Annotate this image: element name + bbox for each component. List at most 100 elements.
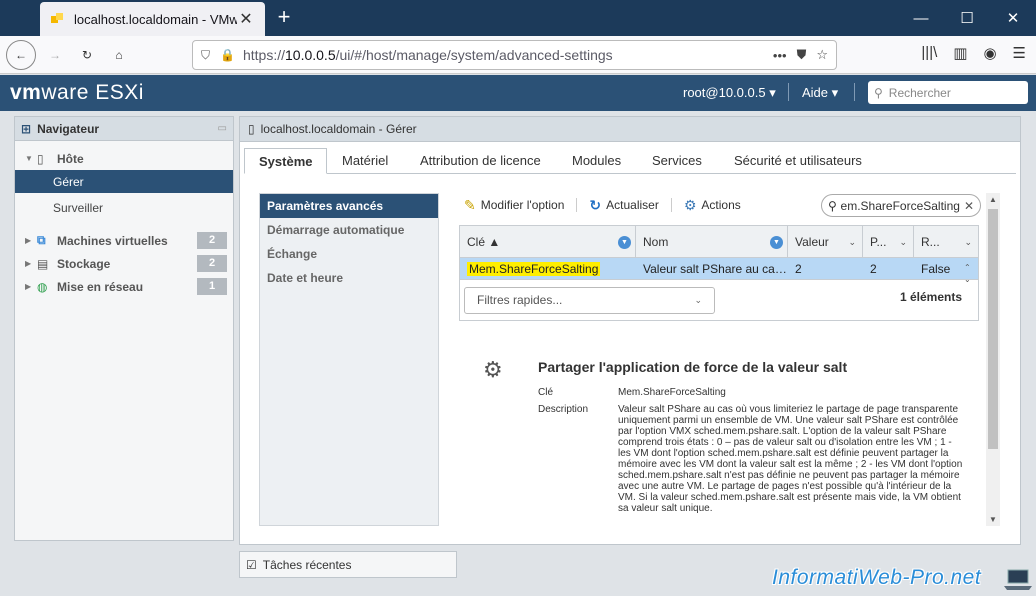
storage-icon: ▤ bbox=[37, 256, 49, 271]
row-overridden-cell: False bbox=[921, 262, 951, 276]
bookmark-star-icon[interactable]: ☆ bbox=[816, 47, 828, 63]
new-tab-button[interactable]: + bbox=[272, 4, 296, 30]
quick-filters-select[interactable]: Filtres rapides... ⌄ bbox=[464, 286, 715, 314]
detail-description-row: Description Valeur salt PShare au cas où … bbox=[538, 404, 963, 514]
chevron-down-icon[interactable]: ⌄ bbox=[899, 226, 907, 258]
settings-grid: Clé ▲ ▼ Nom ▼ Valeur ⌄ P... ⌄ R... ⌄ Mem.Shar… bbox=[459, 225, 979, 321]
menu-swap[interactable]: Échange bbox=[260, 242, 438, 266]
column-name[interactable]: Nom ▼ bbox=[636, 226, 788, 257]
edit-option-button[interactable]: ✎ Modifier l'option bbox=[464, 197, 564, 214]
url-bar[interactable]: ⛉ 🔒 https://10.0.0.5/ui/#/host/manage/sy… bbox=[192, 40, 837, 70]
chevron-down-icon: ⌄ bbox=[694, 294, 702, 305]
url-text[interactable]: https://10.0.0.5/ui/#/host/manage/system… bbox=[243, 47, 773, 63]
toolbar-divider bbox=[576, 198, 578, 212]
count-badge: 2 bbox=[197, 255, 227, 272]
content-scrollbar[interactable]: ▲ ▼ bbox=[986, 193, 1000, 526]
pocket-icon[interactable]: ⛊ bbox=[797, 47, 807, 63]
tab-licensing[interactable]: Attribution de licence bbox=[406, 148, 555, 174]
table-row[interactable]: Mem.ShareForceSalting Valeur salt PShare… bbox=[460, 258, 978, 280]
maximize-icon[interactable]: ☐ bbox=[944, 0, 990, 36]
help-menu[interactable]: Aide ▾ bbox=[802, 85, 838, 101]
scroll-down-icon[interactable]: ▼ bbox=[986, 515, 1000, 524]
clear-search-icon[interactable]: ✕ bbox=[964, 199, 974, 213]
browser-tab[interactable]: localhost.localdomain - VMware ESXi ✕ bbox=[40, 2, 265, 36]
menu-autostart[interactable]: Démarrage automatique bbox=[260, 218, 438, 242]
refresh-icon: ↻ bbox=[589, 196, 602, 213]
tab-services[interactable]: Services bbox=[638, 148, 716, 174]
pencil-icon: ✎ bbox=[464, 196, 476, 213]
scroll-up-icon[interactable]: ▲ bbox=[986, 195, 1000, 204]
page-actions-icon[interactable]: ••• bbox=[773, 48, 787, 63]
back-arrow-icon[interactable]: ← bbox=[6, 40, 36, 70]
nav-monitor[interactable]: Surveiller bbox=[15, 196, 233, 219]
column-key[interactable]: Clé ▲ ▼ bbox=[460, 226, 636, 257]
close-window-icon[interactable]: ✕ bbox=[990, 0, 1036, 36]
count-badge: 2 bbox=[197, 232, 227, 249]
sidebar-icon[interactable]: ▥ bbox=[953, 44, 967, 62]
tab-security-users[interactable]: Sécurité et utilisateurs bbox=[720, 148, 876, 174]
settings-search-input[interactable]: ⚲ Mem.ShareForceSalting ✕ bbox=[821, 194, 981, 217]
grid-header: Clé ▲ ▼ Nom ▼ Valeur ⌄ P... ⌄ R... ⌄ bbox=[460, 226, 978, 258]
vm-icon: ⧉ bbox=[37, 233, 46, 247]
expand-arrow-icon[interactable]: ▶ bbox=[25, 236, 37, 245]
header-divider bbox=[854, 83, 855, 101]
detail-panel: ⚙ Partager l'application de force de la … bbox=[459, 337, 979, 527]
user-menu[interactable]: root@10.0.0.5 ▾ bbox=[683, 85, 776, 101]
nav-manage[interactable]: Gérer bbox=[15, 170, 233, 193]
tab-system[interactable]: Système bbox=[244, 148, 328, 174]
grid-scrollbar[interactable]: ⌃ ⌄ bbox=[964, 262, 974, 286]
account-icon[interactable]: ◉ bbox=[983, 44, 996, 62]
minimize-icon[interactable]: — bbox=[898, 0, 944, 36]
column-overridden[interactable]: R... ⌄ bbox=[914, 226, 978, 257]
gear-icon: ⚙ bbox=[683, 196, 697, 213]
column-default[interactable]: P... ⌄ bbox=[863, 226, 914, 257]
header-divider bbox=[788, 83, 789, 101]
filter-icon[interactable]: ▼ bbox=[770, 236, 783, 249]
close-tab-icon[interactable]: ✕ bbox=[237, 9, 255, 29]
recent-tasks-bar[interactable]: ☑ Tâches récentes bbox=[239, 551, 457, 578]
browser-nav-bar: ← → ↻ ⌂ ⛉ 🔒 https://10.0.0.5/ui/#/host/m… bbox=[0, 36, 1036, 74]
browser-tab-bar: localhost.localdomain - VMware ESXi ✕ + … bbox=[0, 0, 1036, 36]
host-icon: ▯ bbox=[248, 122, 255, 136]
menu-date-time[interactable]: Date et heure bbox=[260, 266, 438, 290]
row-default-cell: 2 bbox=[870, 262, 877, 276]
nav-storage[interactable]: ▶ ▤ Stockage 2 bbox=[15, 252, 233, 275]
expand-arrow-icon[interactable]: ▶ bbox=[25, 259, 37, 268]
highlighted-key: Mem.ShareForceSalting bbox=[467, 262, 601, 276]
filter-icon[interactable]: ▼ bbox=[618, 236, 631, 249]
grid-footer: Filtres rapides... ⌄ 1 éléments ⌃ ⌄ bbox=[460, 263, 978, 320]
navigator-icon: ⊞ bbox=[21, 121, 32, 136]
system-menu: Paramètres avancés Démarrage automatique… bbox=[259, 193, 439, 526]
navigator-panel: ⊞ Navigateur ▭ ▼ ▯ Hôte Gérer Surveiller… bbox=[14, 116, 234, 541]
network-icon: ◍ bbox=[37, 279, 48, 294]
item-count: 1 éléments bbox=[899, 290, 962, 304]
actions-button[interactable]: ⚙ Actions bbox=[684, 197, 741, 214]
global-search-input[interactable]: ⚲ Rechercher bbox=[868, 81, 1028, 104]
forward-arrow-icon[interactable]: → bbox=[40, 40, 70, 70]
library-icon[interactable]: |||\ bbox=[921, 44, 937, 62]
tab-hardware[interactable]: Matériel bbox=[328, 148, 402, 174]
favicon-icon bbox=[51, 13, 63, 23]
nav-networking[interactable]: ▶ ◍ Mise en réseau 1 bbox=[15, 275, 233, 298]
expand-arrow-icon[interactable]: ▶ bbox=[25, 282, 37, 291]
shield-icon[interactable]: ⛉ bbox=[201, 48, 210, 63]
nav-virtual-machines[interactable]: ▶ ⧉ Machines virtuelles 2 bbox=[15, 229, 233, 252]
vmware-esxi-logo: vmware ESXi bbox=[10, 81, 144, 104]
esxi-header: vmware ESXi root@10.0.0.5 ▾ Aide ▾ ⚲ Rec… bbox=[0, 75, 1036, 111]
reload-icon[interactable]: ↻ bbox=[72, 40, 102, 70]
menu-advanced-settings[interactable]: Paramètres avancés bbox=[260, 194, 438, 218]
home-icon[interactable]: ⌂ bbox=[104, 40, 134, 70]
detail-key-row: Clé Mem.ShareForceSalting bbox=[538, 387, 726, 398]
chevron-down-icon[interactable]: ⌄ bbox=[964, 226, 972, 258]
menu-icon[interactable]: ☰ bbox=[1013, 44, 1026, 62]
column-value[interactable]: Valeur ⌄ bbox=[788, 226, 863, 257]
lock-warning-icon[interactable]: 🔒 bbox=[220, 48, 235, 62]
collapse-panel-icon[interactable]: ▭ bbox=[218, 123, 227, 134]
nav-host[interactable]: ▼ ▯ Hôte bbox=[15, 147, 233, 170]
scroll-thumb[interactable] bbox=[988, 209, 998, 449]
tab-packages[interactable]: Modules bbox=[558, 148, 635, 174]
chevron-down-icon[interactable]: ⌄ bbox=[848, 226, 856, 258]
expand-arrow-icon[interactable]: ▼ bbox=[25, 154, 37, 163]
search-icon: ⚲ bbox=[828, 198, 837, 213]
refresh-button[interactable]: ↻ Actualiser bbox=[589, 197, 658, 214]
